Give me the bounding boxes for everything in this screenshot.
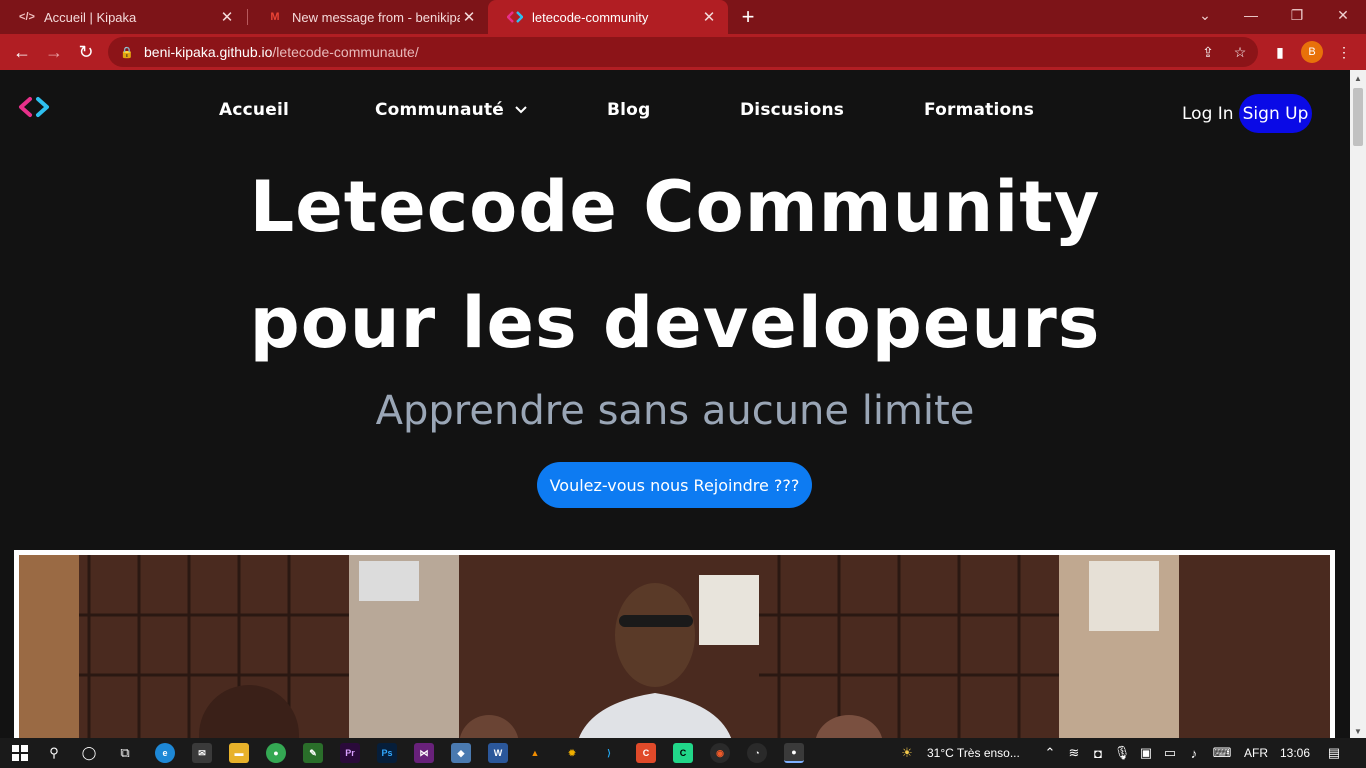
hero-subtitle: Apprendre sans aucune limite — [375, 388, 975, 434]
volume-icon[interactable]: ♪ — [1182, 741, 1206, 765]
address-bar[interactable]: 🔒 beni-kipaka.github.io/letecode-communa… — [108, 37, 1258, 67]
tab-title: Accueil | Kipaka — [44, 9, 137, 25]
chevron-down-icon — [515, 106, 527, 114]
close-icon[interactable]: ✕ — [460, 8, 478, 26]
share-icon[interactable]: ⇪ — [1198, 42, 1218, 62]
obs-icon[interactable]: ◔ — [747, 743, 767, 763]
close-icon[interactable]: ✕ — [700, 8, 718, 26]
battery-icon[interactable]: ▭ — [1158, 741, 1182, 765]
close-window-button[interactable]: ✕ — [1320, 0, 1366, 30]
side-panel-icon[interactable]: ▮ — [1270, 42, 1290, 62]
edge-icon[interactable]: e — [155, 743, 175, 763]
menu-kebab-icon[interactable]: ⋮ — [1334, 42, 1354, 62]
box-app-icon[interactable]: ◆ — [451, 743, 471, 763]
visual-studio-icon[interactable]: ⋈ — [414, 743, 434, 763]
forward-button[interactable]: → — [40, 38, 68, 66]
notifications-icon[interactable]: ▤ — [1322, 741, 1346, 765]
clock[interactable]: 13:06 — [1280, 746, 1310, 760]
join-cta-button[interactable]: Voulez-vous nous Rejoindre ??? — [537, 462, 812, 508]
camera-icon[interactable]: ◘ — [1086, 741, 1110, 765]
tool-app-icon[interactable]: ✎ — [303, 743, 323, 763]
bookmark-star-icon[interactable]: ☆ — [1230, 42, 1250, 62]
tab-letecode-community[interactable]: letecode-community ✕ — [488, 0, 728, 34]
display-icon[interactable]: ▣ — [1134, 741, 1158, 765]
profile-avatar[interactable]: B — [1301, 41, 1323, 63]
nav-communaute[interactable]: Communauté — [375, 100, 528, 120]
reload-button[interactable]: ↻ — [72, 38, 100, 66]
lock-icon[interactable]: 🔒 — [120, 45, 134, 59]
close-icon[interactable]: ✕ — [218, 8, 236, 26]
chrome-icon[interactable]: ● — [266, 743, 286, 763]
tab-gmail[interactable]: M New message from - benikipaka@ ✕ — [248, 0, 488, 34]
windows-start-icon[interactable] — [8, 741, 32, 765]
url-path: /letecode-communaute/ — [272, 44, 419, 60]
blender-icon[interactable]: ◉ — [710, 743, 730, 763]
jetbrains-icon[interactable]: C — [636, 743, 656, 763]
microphone-icon[interactable]: 🎙 — [1110, 741, 1134, 765]
url-host: beni-kipaka.github.io — [144, 44, 273, 60]
scrollbar-thumb[interactable] — [1353, 88, 1363, 146]
nav-blog[interactable]: Blog — [607, 100, 650, 120]
vscode-icon[interactable]: ⟩ — [599, 743, 619, 763]
scroll-up-arrow-icon[interactable]: ▲ — [1354, 74, 1362, 83]
nav-discusions[interactable]: Discusions — [740, 100, 844, 120]
tab-accueil-kipaka[interactable]: </> Accueil | Kipaka ✕ — [0, 0, 246, 34]
letecode-icon — [506, 9, 524, 25]
tab-title: letecode-community — [532, 9, 649, 25]
task-view-icon[interactable]: ⧉ — [113, 741, 137, 765]
minimize-button[interactable]: — — [1228, 0, 1274, 30]
search-icon[interactable]: ⚲ — [42, 741, 66, 765]
wifi-icon[interactable]: ≋ — [1062, 741, 1086, 765]
browser-tab-strip: </> Accueil | Kipaka ✕ M New message fro… — [0, 0, 1366, 34]
file-explorer-icon[interactable]: ▬ — [229, 743, 249, 763]
weather-text[interactable]: 31°C Très enso... — [927, 746, 1020, 760]
windows-taskbar: ⚲ ◯ ⧉ e ✉ ▬ ● ✎ Pr Ps ⋈ ◆ W ▲ ✹ ⟩ C C ◉ … — [0, 738, 1366, 768]
nav-formations[interactable]: Formations — [924, 100, 1034, 120]
tray-chevron-up-icon[interactable]: ⌃ — [1038, 741, 1062, 765]
login-link[interactable]: Log In — [1182, 104, 1234, 124]
code-icon: </> — [19, 11, 35, 23]
page-scrollbar[interactable]: ▲ ▼ — [1350, 70, 1366, 738]
community-photo — [14, 550, 1335, 738]
gmail-icon: M — [270, 11, 280, 23]
browser-toolbar: ← → ↻ 🔒 beni-kipaka.github.io/letecode-c… — [0, 34, 1366, 70]
tab-title: New message from - benikipaka@ — [292, 9, 460, 25]
hero-title-line1: Letecode Community — [249, 166, 1101, 248]
chrome-active-icon[interactable]: ● — [784, 743, 804, 763]
mail-icon[interactable]: ✉ — [192, 743, 212, 763]
cortana-icon[interactable]: ◯ — [77, 741, 101, 765]
premiere-icon[interactable]: Pr — [340, 743, 360, 763]
vlc-icon[interactable]: ▲ — [525, 743, 545, 763]
new-tab-button[interactable]: + — [736, 0, 760, 34]
app-icon[interactable]: ✹ — [562, 743, 582, 763]
nav-accueil[interactable]: Accueil — [219, 100, 289, 120]
nav-communaute-label: Communauté — [375, 100, 505, 120]
community-photo-illustration — [19, 555, 1330, 738]
language-indicator[interactable]: AFR — [1244, 746, 1268, 760]
restore-button[interactable]: ❐ — [1274, 0, 1320, 30]
photoshop-icon[interactable]: Ps — [377, 743, 397, 763]
android-studio-icon[interactable]: C — [673, 743, 693, 763]
page-viewport: Accueil Communauté Blog Discusions Forma… — [0, 70, 1350, 738]
signup-button[interactable]: Sign Up — [1239, 94, 1312, 133]
hero-title-line2: pour les developeurs — [249, 282, 1101, 364]
weather-icon[interactable]: ☀ — [895, 741, 919, 765]
scroll-down-arrow-icon[interactable]: ▼ — [1354, 727, 1362, 736]
back-button[interactable]: ← — [8, 38, 36, 66]
keyboard-icon[interactable]: ⌨ — [1210, 741, 1234, 765]
tab-search-icon[interactable]: ⌄ — [1182, 0, 1228, 30]
word-icon[interactable]: W — [488, 743, 508, 763]
letecode-logo-icon[interactable] — [18, 96, 50, 118]
